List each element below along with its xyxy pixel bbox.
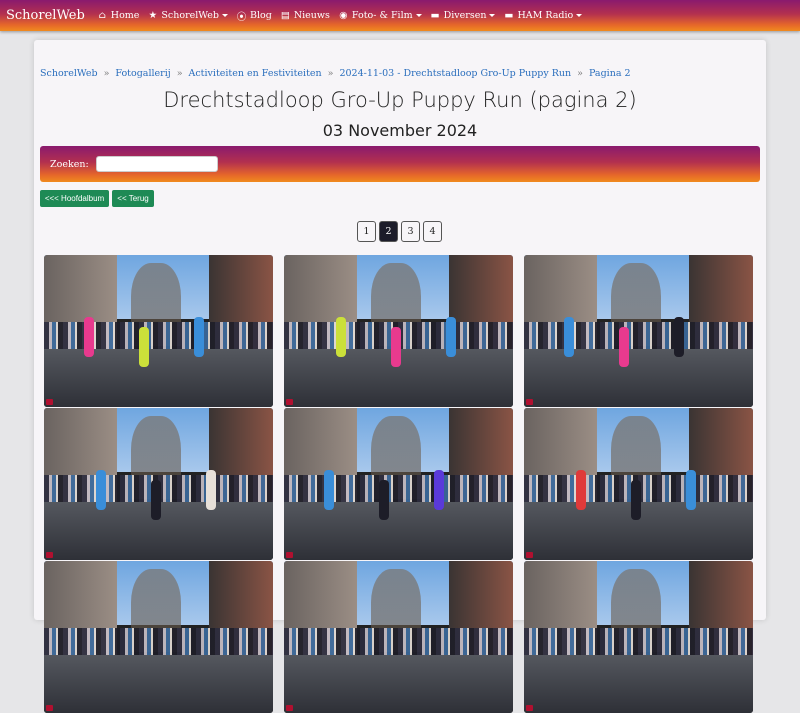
breadcrumb-item[interactable]: Activiteiten en Festiviteiten (189, 68, 322, 79)
folder-icon: ▬ (504, 10, 514, 21)
nav-item-foto-film[interactable]: ◉ Foto- & Film (338, 10, 422, 21)
pagination: 1234 (357, 221, 445, 242)
page-date: 03 November 2024 (322, 121, 478, 140)
back-button[interactable]: << Terug (112, 190, 154, 207)
nav-item-label: Nieuws (293, 10, 330, 21)
photo-runner (84, 317, 94, 357)
caret-down-icon (489, 14, 496, 17)
photo-marker-icon (46, 399, 53, 405)
search-bar: Zoeken: (40, 146, 760, 182)
breadcrumb-separator: » (327, 68, 334, 79)
photo-road (284, 502, 513, 560)
photo-runner (631, 480, 641, 520)
search-input[interactable] (95, 156, 218, 172)
breadcrumb: SchorelWeb » Fotogallerij » Activiteiten en … (40, 68, 631, 79)
page-button-3[interactable]: 3 (401, 221, 420, 242)
photo-runner (194, 317, 204, 357)
rss-icon: ⦿ (236, 11, 247, 23)
newspaper-icon: ▤ (280, 10, 290, 21)
photo-road (524, 655, 753, 713)
photo-road (44, 655, 273, 713)
main-album-button[interactable]: <<< Hoofdalbum (40, 190, 109, 207)
photo-thumbnail[interactable] (44, 255, 273, 407)
photo-marker-icon (526, 399, 533, 405)
photo-runner (619, 327, 629, 367)
photo-marker-icon (526, 705, 533, 711)
nav-item-label: Foto- & Film (351, 10, 413, 21)
photo-road (524, 349, 753, 407)
breadcrumb-separator: » (103, 68, 110, 79)
photo-runner (206, 470, 216, 510)
photo-thumbnail[interactable] (284, 561, 513, 713)
photo-thumbnail[interactable] (524, 561, 753, 713)
photo-road (284, 655, 513, 713)
search-label: Zoeken: (50, 158, 89, 170)
nav-item-label: Home (110, 10, 140, 21)
nav-item-blog[interactable]: ⦿ Blog (236, 10, 272, 23)
photo-runner (564, 317, 574, 357)
page-title: Drechtstadloop Gro-Up Puppy Run (pagina … (163, 88, 637, 112)
photo-runner (151, 480, 161, 520)
photo-marker-icon (46, 552, 53, 558)
nav-item-label: Diversen (443, 10, 487, 21)
photo-runner (336, 317, 346, 357)
breadcrumb-item[interactable]: Pagina 2 (589, 68, 631, 79)
breadcrumb-item[interactable]: Fotogallerij (115, 68, 170, 79)
photo-marker-icon (526, 552, 533, 558)
page-button-1[interactable]: 1 (357, 221, 376, 242)
brand-link[interactable]: SchorelWeb (6, 8, 85, 23)
photo-runner (446, 317, 456, 357)
photo-marker-icon (286, 552, 293, 558)
breadcrumb-separator: » (577, 68, 583, 79)
nav-item-label: HAM Radio (517, 10, 574, 21)
photo-runner (324, 470, 334, 510)
photo-thumbnail[interactable] (44, 408, 273, 560)
photo-runner (434, 470, 444, 510)
breadcrumb-item[interactable]: 2024-11-03 - Drechtstadloop Gro-Up Puppy… (339, 68, 571, 79)
main-card: SchorelWeb » Fotogallerij » Activiteiten en … (34, 40, 766, 713)
photo-road (44, 349, 273, 407)
photo-runner (139, 327, 149, 367)
home-icon: ⌂ (98, 10, 106, 21)
folder-icon: ▬ (430, 10, 440, 21)
photo-marker-icon (286, 705, 293, 711)
nav-item-label: Blog (249, 10, 272, 21)
nav-item-ham-radio[interactable]: ▬ HAM Radio (503, 10, 583, 21)
nav-item-diversen[interactable]: ▬ Diversen (430, 10, 496, 21)
page-button-2[interactable]: 2 (379, 221, 398, 242)
photo-runner (96, 470, 106, 510)
photo-runner (379, 480, 389, 520)
star-icon: ★ (148, 10, 158, 21)
breadcrumb-separator: » (176, 68, 183, 79)
nav-item-nieuws[interactable]: ▤ Nieuws (280, 10, 330, 21)
page-button-4[interactable]: 4 (423, 221, 442, 242)
photo-runner (391, 327, 401, 367)
photo-runner (576, 470, 586, 510)
photo-marker-icon (286, 399, 293, 405)
top-navbar: SchorelWeb ⌂ Home ★ SchorelWeb ⦿ Blog ▤ Nieuws ◉… (0, 0, 800, 31)
caret-down-icon (576, 14, 583, 17)
breadcrumb-item[interactable]: SchorelWeb (40, 68, 98, 79)
camera-icon: ◉ (339, 10, 348, 21)
caret-down-icon (415, 14, 422, 17)
nav-item-label: SchorelWeb (161, 10, 219, 21)
photo-thumbnail[interactable] (284, 255, 513, 407)
photo-runner (686, 470, 696, 510)
photo-thumbnail[interactable] (284, 408, 513, 560)
photo-thumbnail[interactable] (524, 408, 753, 560)
photo-runner (674, 317, 684, 357)
caret-down-icon (221, 14, 228, 17)
nav-menu: ⌂ Home ★ SchorelWeb ⦿ Blog ▤ Nieuws ◉ Foto- & Fil… (97, 10, 590, 23)
photo-marker-icon (46, 705, 53, 711)
nav-item-home[interactable]: ⌂ Home (97, 10, 140, 21)
photo-thumbnail[interactable] (44, 561, 273, 713)
photo-thumbnail[interactable] (524, 255, 753, 407)
nav-item-schorelweb[interactable]: ★ SchorelWeb (147, 10, 228, 21)
